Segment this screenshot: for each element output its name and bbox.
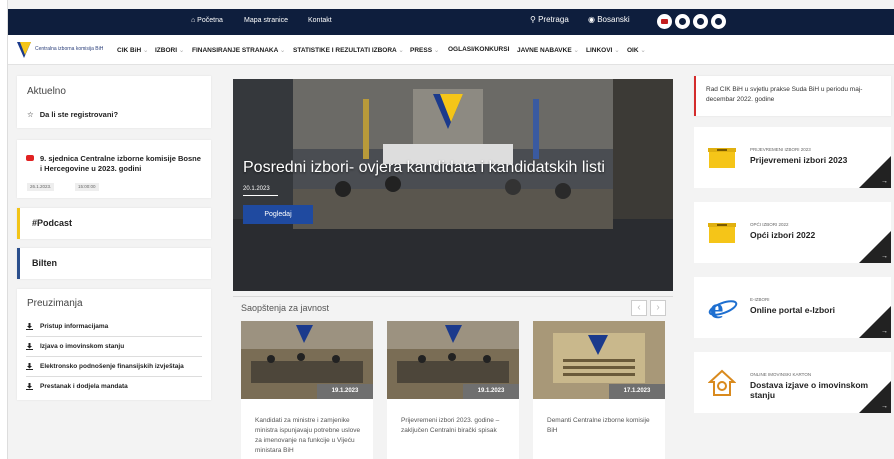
arrow-right-icon: → — [881, 403, 888, 410]
download-item[interactable]: Prestanak i dodjela mandata — [26, 383, 202, 397]
quick-link-small: OPĆI IZBORI 2022 — [750, 222, 789, 227]
nav-item-izbori[interactable]: IZBORI ⌄ — [155, 46, 184, 54]
prev-arrow-icon[interactable]: ‹ — [631, 300, 647, 316]
logo-text[interactable]: Centralna izborna komisija BiH — [35, 46, 103, 52]
news-date: 26.1.2023. — [27, 183, 55, 191]
hero-date: 20.1.2023 — [243, 186, 270, 192]
press-text[interactable]: Kandidati za ministre i zamjenike minist… — [255, 416, 361, 456]
instagram-icon[interactable] — [675, 14, 690, 29]
quick-link-small: PRIJEVREMENI IZBORI 2023 — [750, 147, 811, 152]
announcement-card[interactable]: Rad CIK BiH u svjetlu prakse Suda BiH u … — [694, 76, 891, 116]
downloads-card: Preuzimanja Pristup informacijama Izjava… — [17, 289, 211, 400]
cik-logo-icon[interactable] — [16, 41, 32, 59]
announcement-text[interactable]: Rad CIK BiH u svjetlu prakse Suda BiH u … — [706, 85, 886, 105]
podcast-label: #Podcast — [32, 218, 73, 228]
download-icon — [26, 323, 33, 330]
youtube-icon[interactable] — [657, 14, 672, 29]
globe-icon: ◉ — [588, 15, 595, 24]
aktuelno-card: Aktuelno ☆ Da li ste registrovani? — [17, 76, 211, 128]
main-nav: Centralna izborna komisija BiH CIK BiH ⌄… — [8, 35, 894, 65]
hero-slider[interactable]: Posredni izbori- ovjera kandidata i kand… — [233, 79, 673, 291]
nav-item-finansiranje[interactable]: FINANSIRANJE STRANAKA ⌄ — [192, 46, 285, 54]
nav-item-cik[interactable]: CIK BiH ⌄ — [117, 46, 148, 54]
hero-photo — [233, 79, 673, 291]
nav-item-javne-nabavke[interactable]: JAVNE NABAVKE ⌄ — [517, 46, 579, 54]
nav-item-oik[interactable]: OIK ⌄ — [627, 46, 646, 54]
download-icon — [26, 383, 33, 390]
left-edge — [0, 0, 8, 459]
arrow-right-icon: → — [881, 253, 888, 260]
contact-link[interactable]: Kontakt — [308, 17, 332, 24]
arrow-right-icon: → — [881, 328, 888, 335]
next-arrow-icon[interactable]: › — [650, 300, 666, 316]
quick-link-early-elections[interactable]: PRIJEVREMENI IZBORI 2023 Prijevremeni iz… — [694, 127, 891, 188]
bilten-label: Bilten — [32, 258, 58, 268]
quick-link-small: ONLINE IMOVINSKI KARTON — [750, 372, 812, 377]
search-icon: ⚲ — [530, 15, 536, 24]
aktuelno-title: Aktuelno — [27, 86, 66, 97]
view-button[interactable]: Pogledaj — [243, 205, 313, 224]
registration-link[interactable]: ☆ Da li ste registrovani? — [27, 110, 118, 119]
star-icon: ☆ — [27, 110, 34, 119]
arrow-right-icon: → — [881, 178, 888, 185]
press-date: 19.1.2023 — [317, 384, 373, 399]
press-text[interactable]: Demanti Centralne izborne komisije BiH — [547, 416, 653, 436]
quick-link-general-elections[interactable]: OPĆI IZBORI 2022 Opći izbori 2022 → — [694, 202, 891, 263]
press-card[interactable]: 19.1.2023 Prijevremeni izbori 2023. godi… — [387, 321, 519, 459]
download-item[interactable]: Elektronsko podnošenje finansijskih izvj… — [26, 363, 202, 377]
sitemap-link[interactable]: Mapa stranice — [244, 17, 288, 24]
browser-icon: e — [708, 293, 738, 323]
hero-divider — [243, 195, 278, 196]
news-card[interactable]: 9. sjednica Centralne izborne komisije B… — [17, 140, 211, 198]
nav-item-press[interactable]: PRESS ⌄ — [410, 46, 439, 54]
press-card[interactable]: 19.1.2023 Kandidati za ministre i zamjen… — [241, 321, 373, 459]
press-card[interactable]: 17.1.2023 Demanti Centralne izborne komi… — [533, 321, 665, 459]
quick-link-asset-declaration[interactable]: ONLINE IMOVINSKI KARTON Dostava izjave o… — [694, 352, 891, 413]
press-date: 19.1.2023 — [463, 384, 519, 399]
nav-item-linkovi[interactable]: LINKOVI ⌄ — [586, 46, 620, 54]
top-bar: ⌂ Početna Mapa stranice Kontakt ⚲ Pretra… — [8, 9, 894, 35]
press-releases-title: Saopštenja za javnost — [241, 303, 330, 313]
flickr-icon[interactable] — [711, 14, 726, 29]
news-title[interactable]: 9. sjednica Centralne izborne komisije B… — [40, 154, 204, 174]
download-icon — [26, 363, 33, 370]
bilten-card[interactable]: Bilten — [17, 248, 211, 279]
quick-link-small: E-IZBORI — [750, 297, 770, 302]
podcast-card[interactable]: #Podcast — [17, 208, 211, 239]
language-select[interactable]: ◉ Bosanski — [588, 15, 630, 24]
download-item[interactable]: Izjava o imovinskom stanju — [26, 343, 202, 357]
search-button[interactable]: ⚲ Pretraga — [530, 15, 569, 24]
twitter-icon[interactable] — [693, 14, 708, 29]
news-time: 15:00:00 — [75, 183, 99, 191]
press-date: 17.1.2023 — [609, 384, 665, 399]
download-icon — [26, 343, 33, 350]
section-divider — [233, 296, 673, 297]
ballot-box-icon — [708, 223, 736, 243]
press-text[interactable]: Prijevremeni izbori 2023. godine – zaklj… — [401, 416, 507, 436]
nav-item-statistike[interactable]: STATISTIKE I REZULTATI IZBORA ⌄ — [293, 46, 404, 54]
youtube-icon — [26, 155, 34, 161]
hero-title[interactable]: Posredni izbori- ovjera kandidata i kand… — [243, 159, 605, 177]
house-icon — [708, 369, 736, 396]
home-link[interactable]: ⌂ Početna — [191, 17, 223, 24]
quick-link-e-izbori[interactable]: e E-IZBORI Online portal e-Izbori → — [694, 277, 891, 338]
ballot-box-icon — [708, 148, 736, 168]
downloads-title: Preuzimanja — [27, 298, 83, 309]
nav-item-oglasi[interactable]: OGLASI/KONKURSI — [448, 46, 509, 53]
download-item[interactable]: Pristup informacijama — [26, 323, 202, 337]
